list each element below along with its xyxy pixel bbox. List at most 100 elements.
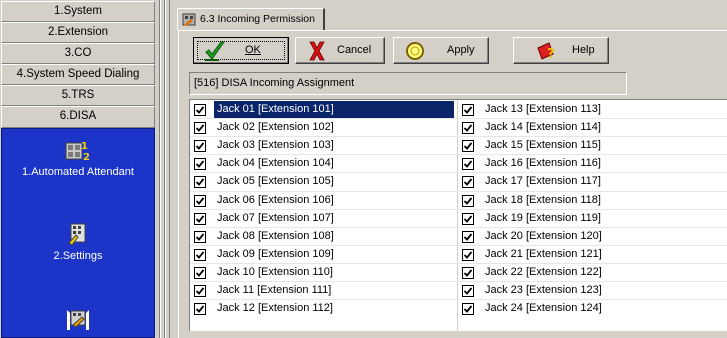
jack-row[interactable]: Jack 21 [Extension 121] [458,246,724,264]
jack-label: Jack 22 [Extension 122] [485,265,602,278]
row-divider [190,191,727,192]
jack-row[interactable]: Jack 16 [Extension 116] [458,155,724,173]
jack-row[interactable]: Jack 18 [Extension 118] [458,192,724,210]
jack-row[interactable]: Jack 14 [Extension 114] [458,119,724,137]
cancel-label: Cancel [337,44,371,56]
tab-label: 6.3 Incoming Permission [200,13,315,25]
nav-item-disa[interactable]: 6.DISA [1,106,155,128]
nav-item-extension[interactable]: 2.Extension [1,22,155,43]
automated-attendant-icon: 1 2 [65,141,90,163]
jack-label: Jack 12 [Extension 112] [217,302,333,315]
jack-label: Jack 17 [Extension 117] [485,175,601,188]
jack-checkbox[interactable] [462,104,474,116]
pane-splitter[interactable] [156,0,174,338]
checkmark-icon [205,41,225,61]
jack-row[interactable]: Jack 02 [Extension 102] [190,119,456,137]
jack-checkbox[interactable] [194,230,206,243]
jack-row[interactable]: Jack 22 [Extension 122] [458,264,724,282]
jack-row[interactable]: Jack 11 [Extension 111] [190,282,456,300]
jack-checkbox[interactable] [194,303,206,316]
jack-label: Jack 04 [Extension 104] [217,157,334,170]
jack-checkbox[interactable] [194,266,206,279]
jack-label: Jack 10 [Extension 110] [217,265,333,278]
tab-strip: 6.3 Incoming Permission [174,0,727,30]
jack-label: Jack 14 [Extension 114] [485,121,601,134]
jack-row[interactable]: Jack 15 [Extension 115] [458,137,724,155]
jack-checkbox[interactable] [462,212,474,225]
jack-row[interactable]: Jack 07 [Extension 107] [190,210,456,228]
jack-row[interactable]: Jack 04 [Extension 104] [190,155,456,173]
apply-label: Apply [447,44,475,56]
nav-item-system[interactable]: 1.System [1,1,155,22]
ok-button[interactable]: OK [193,37,289,64]
svg-text:2: 2 [83,152,90,163]
jack-row[interactable]: Jack 12 [Extension 112] [190,300,456,318]
jack-checkbox[interactable] [194,140,206,153]
jack-checkbox[interactable] [462,248,474,261]
jack-checkbox[interactable] [462,122,474,135]
jack-label: Jack 20 [Extension 120] [485,229,602,242]
jack-checkbox[interactable] [194,176,206,189]
jack-checkbox[interactable] [194,122,206,135]
help-label: Help [572,44,595,56]
jack-label: Jack 09 [Extension 109] [217,247,334,260]
jack-row[interactable]: Jack 06 [Extension 106] [190,192,456,210]
apply-button[interactable]: Apply [393,37,489,64]
jack-checkbox[interactable] [194,194,206,207]
disa-tool-icon [67,310,89,330]
cancel-button[interactable]: Cancel [295,37,385,64]
settings-button[interactable]: 2.Settings [2,221,154,262]
jack-row[interactable]: Jack 01 [Extension 101] [190,101,456,119]
jack-row[interactable]: Jack 17 [Extension 117] [458,173,724,191]
jack-checkbox[interactable] [462,158,474,171]
row-divider [190,118,727,119]
jack-label: Jack 11 [Extension 111] [217,284,332,296]
jack-checkbox[interactable] [462,176,474,189]
section-title: [516] DISA Incoming Assignment [189,72,627,95]
jack-checkbox[interactable] [462,230,474,243]
jack-checkbox[interactable] [462,285,474,297]
automated-attendant-label: 1.Automated Attendant [22,166,134,178]
ok-label: OK [245,44,261,56]
jack-checkbox[interactable] [194,158,206,171]
tab-incoming-permission[interactable]: 6.3 Incoming Permission [177,8,325,30]
disa-tool-button[interactable] [2,305,154,336]
jack-label: Jack 06 [Extension 106] [217,193,334,206]
jack-checkbox[interactable] [462,140,474,153]
jack-label: Jack 18 [Extension 118] [485,193,601,206]
row-divider [190,136,727,137]
jack-row[interactable]: Jack 20 [Extension 120] [458,228,724,246]
jack-row[interactable]: Jack 10 [Extension 110] [190,264,456,282]
jack-label: Jack 08 [Extension 108] [217,229,334,242]
jack-label: Jack 01 [Extension 101] [214,101,454,118]
jack-row[interactable]: Jack 09 [Extension 109] [190,246,456,264]
jack-row[interactable]: Jack 13 [Extension 113] [458,101,724,119]
jack-label: Jack 16 [Extension 116] [485,157,601,170]
row-divider [190,245,727,246]
row-divider [190,281,727,282]
settings-label: 2.Settings [53,250,103,262]
jack-checkbox[interactable] [194,212,206,225]
jack-checkbox[interactable] [462,303,474,316]
jack-label: Jack 07 [Extension 107] [217,211,334,224]
jack-checkbox[interactable] [462,194,474,207]
help-button[interactable]: ? Help [513,37,609,64]
jack-checkbox[interactable] [462,266,474,279]
jack-checkbox[interactable] [194,104,206,116]
jack-row[interactable]: Jack 03 [Extension 103] [190,137,456,155]
nav-item-trs[interactable]: 5.TRS [1,85,155,106]
jack-label: Jack 13 [Extension 113] [485,103,601,115]
row-divider [190,227,727,228]
jack-checkbox[interactable] [194,285,206,297]
row-divider [190,263,727,264]
jack-checkbox[interactable] [194,248,206,261]
jack-row[interactable]: Jack 08 [Extension 108] [190,228,456,246]
jack-row[interactable]: Jack 23 [Extension 123] [458,282,724,300]
jack-row[interactable]: Jack 05 [Extension 105] [190,173,456,191]
nav-item-system-speed-dialing[interactable]: 4.System Speed Dialing [1,64,155,85]
jack-row[interactable]: Jack 24 [Extension 124] [458,300,724,318]
help-icon: ? [537,42,555,62]
automated-attendant-button[interactable]: 1 2 1.Automated Attendant [2,137,154,178]
jack-row[interactable]: Jack 19 [Extension 119] [458,210,724,228]
nav-item-co[interactable]: 3.CO [1,43,155,64]
